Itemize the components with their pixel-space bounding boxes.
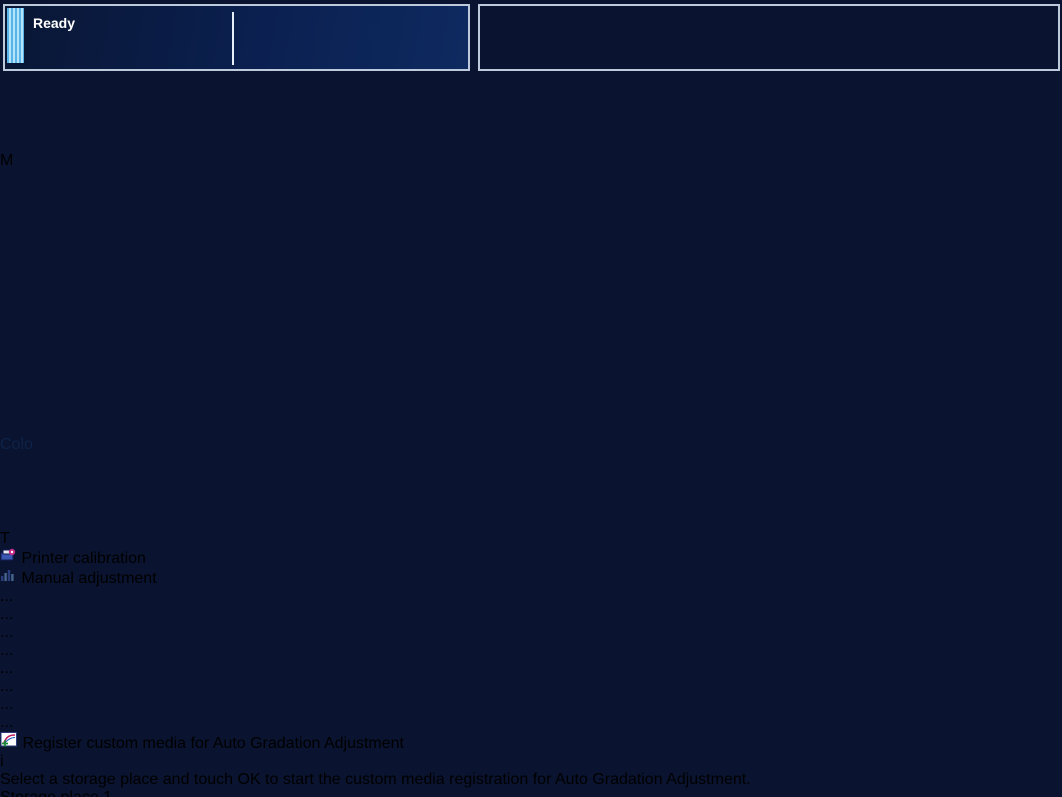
left-tab-media-label: M: [0, 152, 13, 169]
message-panel: [478, 4, 1060, 71]
side-button[interactable]: ...: [0, 714, 1062, 732]
left-tab-6-label: T: [0, 530, 10, 547]
manual-adjustment-icon: [0, 568, 17, 583]
status-panel: Ready: [3, 4, 470, 71]
side-button[interactable]: ...: [0, 588, 1062, 606]
printer-status-text: Ready: [33, 15, 75, 31]
info-icon: i: [0, 753, 1062, 771]
printer-control-screen: Ready M Colo T Printer calibration Manua…: [0, 0, 1062, 797]
side-button[interactable]: ...: [0, 696, 1062, 714]
tab-printer-calibration[interactable]: Printer calibration: [0, 548, 1062, 568]
status-panel-divider: [232, 12, 234, 65]
left-tab-3[interactable]: [0, 170, 1062, 262]
left-tab-media[interactable]: [0, 64, 1062, 152]
dialog-instruction: Select a storage place and touch OK to s…: [0, 771, 1062, 789]
side-button[interactable]: ...: [0, 624, 1062, 642]
side-button[interactable]: ...: [0, 678, 1062, 696]
left-tab-color-label: Colo: [0, 436, 33, 453]
printer-calibration-icon: [0, 548, 17, 563]
dialog-body: i Select a storage place and touch OK to…: [0, 753, 1062, 797]
status-indicator-bar: [7, 8, 24, 63]
ellipsis-label: ...: [0, 678, 13, 695]
register-custom-media-dialog: Register custom media for Auto Gradation…: [0, 732, 1062, 797]
side-button-column: ... ... ... ... ... ... ... ...: [0, 588, 1062, 732]
left-tab-4[interactable]: [0, 262, 1062, 356]
side-button[interactable]: ...: [0, 660, 1062, 678]
tab-printer-calibration-label: Printer calibration: [21, 550, 146, 567]
side-button[interactable]: ...: [0, 642, 1062, 660]
ellipsis-label: ...: [0, 624, 13, 641]
ellipsis-label: ...: [0, 714, 13, 731]
ellipsis-label: ...: [0, 660, 13, 677]
side-button[interactable]: ...: [0, 606, 1062, 624]
storage-place-1[interactable]: Storage place 1 Empty: [0, 789, 1062, 797]
ellipsis-label: ...: [0, 696, 13, 713]
ellipsis-label: ...: [0, 642, 13, 659]
ellipsis-label: ...: [0, 588, 13, 605]
storage-place-name: Storage place 1: [0, 789, 1062, 797]
dialog-title: Register custom media for Auto Gradation…: [22, 735, 404, 752]
left-tab-color-active[interactable]: [0, 356, 1062, 436]
gradation-curve-icon: [0, 732, 18, 748]
tab-manual-adjustment[interactable]: Manual adjustment: [0, 568, 1062, 588]
tab-manual-adjustment-label: Manual adjustment: [21, 570, 156, 587]
left-tab-6[interactable]: [0, 454, 1062, 530]
dialog-title-bar: Register custom media for Auto Gradation…: [0, 732, 1062, 753]
ellipsis-label: ...: [0, 606, 13, 623]
